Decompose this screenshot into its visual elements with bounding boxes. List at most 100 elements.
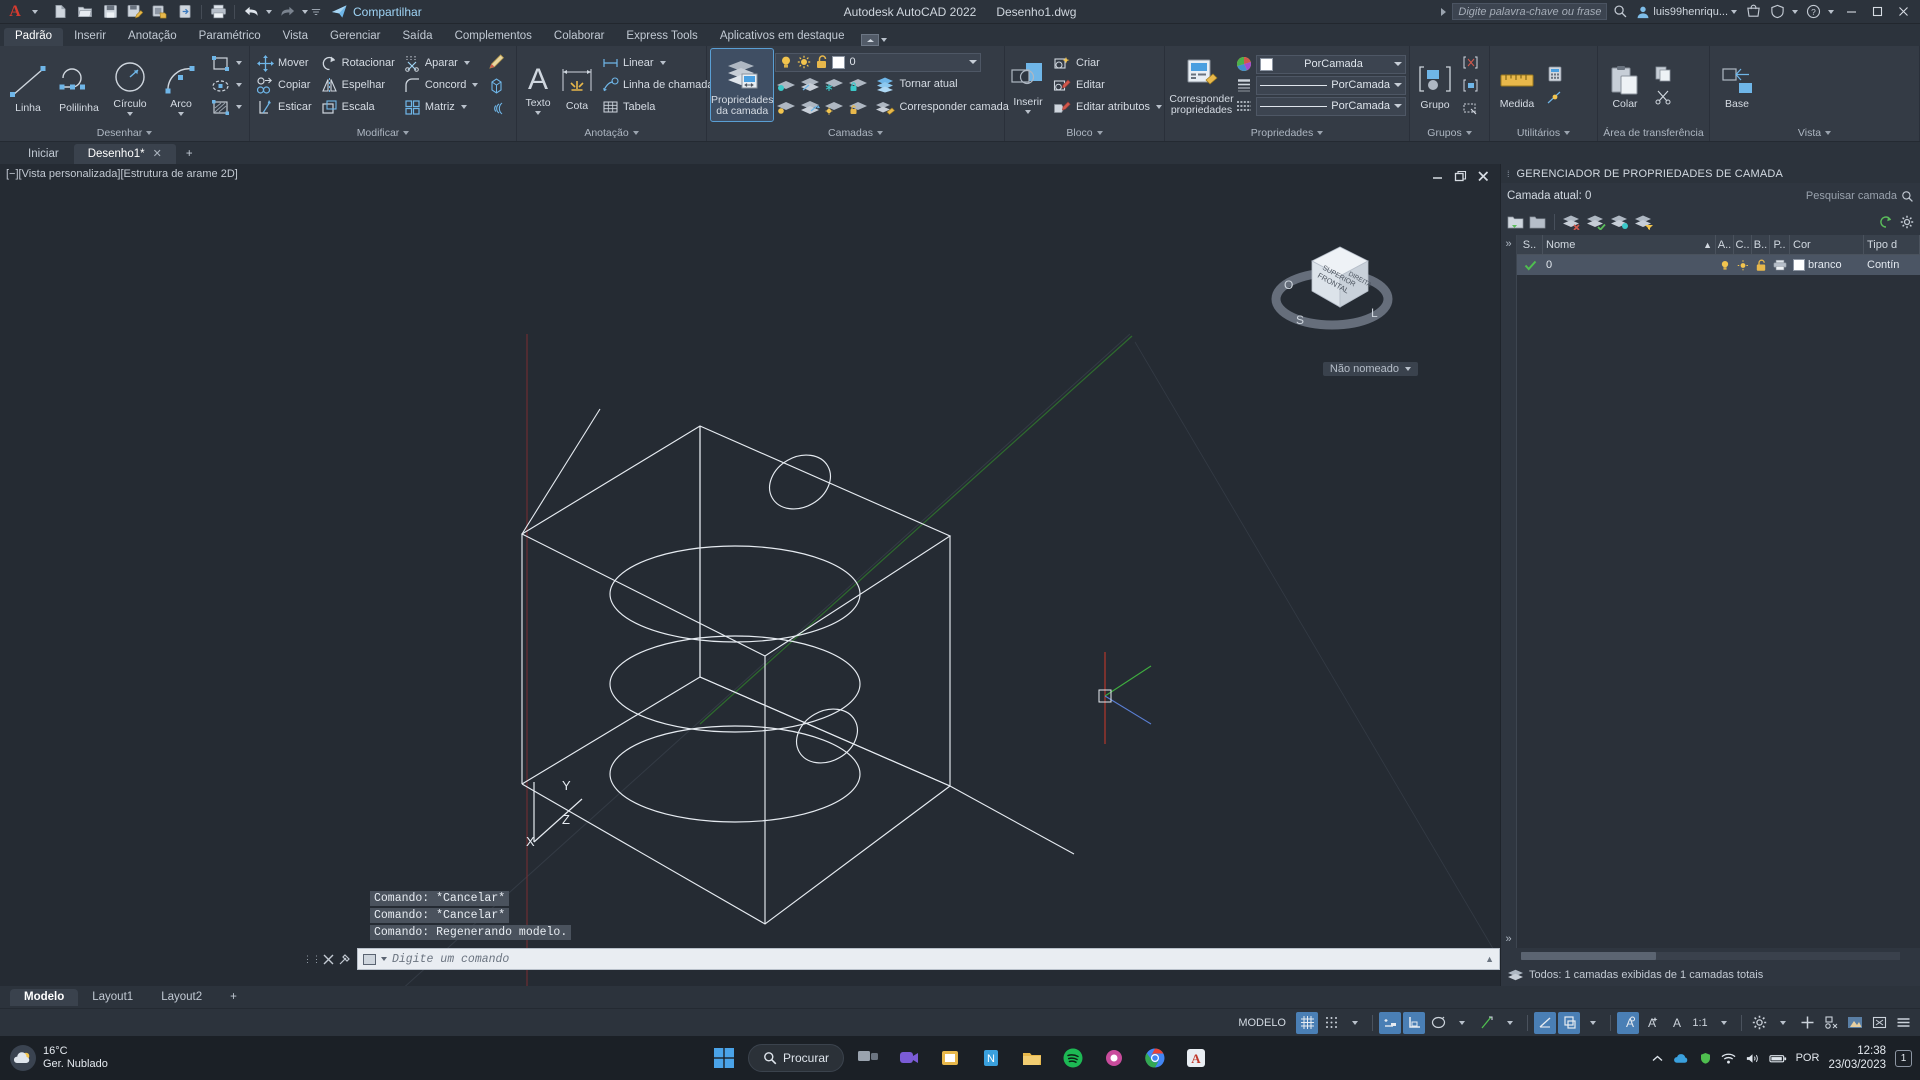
trim-dropdown-caret[interactable] (463, 61, 470, 65)
row-unlock-icon[interactable] (1752, 255, 1770, 275)
weather-widget[interactable]: 16°C Ger. Nublado (0, 1045, 108, 1071)
share-button[interactable]: Compartilhar (331, 4, 422, 19)
edit-block-button[interactable]: Editar (1049, 75, 1166, 96)
row-thaw-icon[interactable] (1734, 255, 1752, 275)
undo-dropdown[interactable] (264, 0, 274, 24)
panel-title-utilitarios[interactable]: Utilitários (1490, 124, 1597, 141)
graphics-performance-icon[interactable] (1844, 1012, 1866, 1034)
column-header-tipo[interactable]: Tipo d (1864, 234, 1920, 255)
annotation-scale-caret[interactable] (1713, 1012, 1735, 1034)
ribbon-tab-complementos[interactable]: Complementos (444, 28, 543, 46)
snap-mode-toggle[interactable] (1320, 1012, 1342, 1034)
mirror-tool-button[interactable]: Espelhar (317, 75, 399, 96)
linetype-caret[interactable] (1394, 104, 1402, 108)
command-close-icon[interactable] (323, 954, 334, 965)
circle-tool-button[interactable]: Círculo (105, 55, 155, 116)
row-status-current-icon[interactable] (1517, 255, 1543, 275)
viewport-minimize-button[interactable] (1431, 170, 1444, 183)
palette-horizontal-scrollbar[interactable] (1501, 948, 1920, 964)
palette-grip[interactable]: ⁞ (1507, 169, 1511, 179)
layout-tab-layout1[interactable]: Layout1 (78, 989, 147, 1006)
hatch-dropdown-caret[interactable] (236, 105, 242, 109)
ortho-mode-toggle[interactable] (1534, 1011, 1556, 1034)
polyline-tool-button[interactable]: Polilinha (54, 57, 104, 114)
annotation-scale-icon[interactable]: A (1665, 1012, 1687, 1034)
row-linetype[interactable]: Contín (1864, 255, 1920, 275)
copy-tool-button[interactable]: Copiar (253, 75, 316, 96)
teams-icon[interactable] (892, 1041, 926, 1075)
lineweight-selector[interactable]: PorCamada (1256, 75, 1406, 95)
notepad-icon[interactable]: N (974, 1041, 1008, 1075)
drawing-canvas[interactable]: [−][Vista personalizada][Estrutura de ar… (0, 164, 1500, 986)
ribbon-tab-saida[interactable]: Saída (392, 28, 444, 46)
array-dropdown-caret[interactable] (460, 105, 467, 109)
panel-title-modificar[interactable]: Modificar (250, 124, 516, 141)
layer-freeze-icon[interactable] (823, 76, 845, 93)
new-layer-icon[interactable] (1507, 214, 1525, 230)
customization-icon[interactable] (1892, 1012, 1914, 1034)
panel-title-camadas[interactable]: Camadas (707, 124, 1004, 141)
lightbulb-on-icon[interactable] (779, 55, 793, 69)
isolate-objects-icon[interactable] (1820, 1012, 1842, 1034)
maximize-window-button[interactable] (1864, 0, 1890, 24)
linetype-icon[interactable] (1236, 98, 1252, 114)
layer-dropdown-caret[interactable] (969, 60, 978, 64)
column-header-nome[interactable]: Nome ▲ (1543, 234, 1716, 255)
application-menu-caret[interactable] (30, 0, 40, 24)
gear-icon[interactable] (1900, 215, 1914, 229)
redo-icon[interactable] (275, 1, 299, 23)
arc-tool-button[interactable]: Arco (156, 55, 206, 116)
rectangle-dropdown-caret[interactable] (236, 61, 242, 65)
task-view-icon[interactable] (851, 1041, 885, 1075)
show-hidden-icons-icon[interactable] (1651, 1052, 1664, 1065)
group-edit-icon[interactable] (1458, 75, 1483, 96)
layout-tab-modelo[interactable]: Modelo (10, 988, 79, 1006)
linetype-selector[interactable]: PorCamada (1256, 96, 1406, 116)
autocad-icon[interactable]: A (1179, 1041, 1213, 1075)
panel-title-propriedades[interactable]: Propriedades (1165, 124, 1409, 141)
layer-off-icon[interactable] (799, 76, 821, 93)
volume-icon[interactable] (1745, 1052, 1760, 1065)
windows-start-icon[interactable] (707, 1041, 741, 1075)
dimension-tool-button[interactable]: Cota (557, 59, 597, 112)
panel-title-bloco[interactable]: Bloco (1005, 124, 1164, 141)
linear-dim-caret[interactable] (659, 61, 666, 65)
panel-title-clipboard[interactable]: Área de transferência (1598, 124, 1709, 141)
save-as-icon[interactable] (123, 1, 147, 23)
lineweight-toggle[interactable] (1558, 1011, 1580, 1034)
arc-dropdown-caret[interactable] (178, 111, 184, 116)
rotate-tool-button[interactable]: Rotacionar (317, 53, 399, 74)
group-button[interactable]: Grupo (1413, 60, 1457, 111)
layer-isolate-icon[interactable] (775, 76, 797, 93)
lineweight-icon[interactable] (1236, 77, 1252, 93)
layer-filter-icon[interactable] (1634, 214, 1654, 230)
trim-tool-button[interactable]: Aparar (400, 53, 483, 74)
layer-on-icon[interactable] (799, 99, 821, 116)
workspace-caret[interactable] (1772, 1012, 1794, 1034)
row-layer-name[interactable]: 0 (1543, 255, 1716, 275)
object-snap-toggle[interactable] (1427, 1012, 1449, 1034)
undo-icon[interactable] (239, 1, 263, 23)
command-bar-grip[interactable]: ⋮⋮ (303, 948, 321, 970)
rectangle-tool-button[interactable] (207, 53, 246, 74)
array-tool-button[interactable]: Matriz (400, 97, 483, 118)
panel-title-vista[interactable]: Vista (1710, 124, 1919, 141)
battery-icon[interactable] (1768, 1052, 1787, 1065)
notification-badge[interactable]: 1 (1895, 1049, 1912, 1067)
annotation-visibility-toggle[interactable]: A (1617, 1011, 1639, 1034)
dynamic-ucs-toggle[interactable] (1403, 1011, 1425, 1034)
close-icon[interactable]: ✕ (153, 147, 162, 160)
object-color-caret[interactable] (1394, 62, 1402, 66)
command-expand-caret[interactable]: ▲ (1485, 954, 1494, 964)
ribbon-tab-parametrico[interactable]: Paramétrico (188, 28, 272, 46)
ungroup-icon[interactable] (1458, 52, 1483, 73)
workspace-switching-icon[interactable] (1748, 1012, 1770, 1034)
camera-icon[interactable] (1097, 1041, 1131, 1075)
layer-thaw-icon[interactable] (823, 99, 845, 116)
chevron-right-icon-bottom[interactable]: » (1505, 933, 1511, 945)
command-input[interactable]: Digite um comando ▲ (357, 948, 1500, 970)
ribbon-tab-express-tools[interactable]: Express Tools (615, 28, 708, 46)
stretch-tool-button[interactable]: Esticar (253, 97, 316, 118)
autoscale-toggle[interactable]: A (1641, 1012, 1663, 1034)
user-account-button[interactable]: luis99henriqu... (1633, 5, 1740, 19)
